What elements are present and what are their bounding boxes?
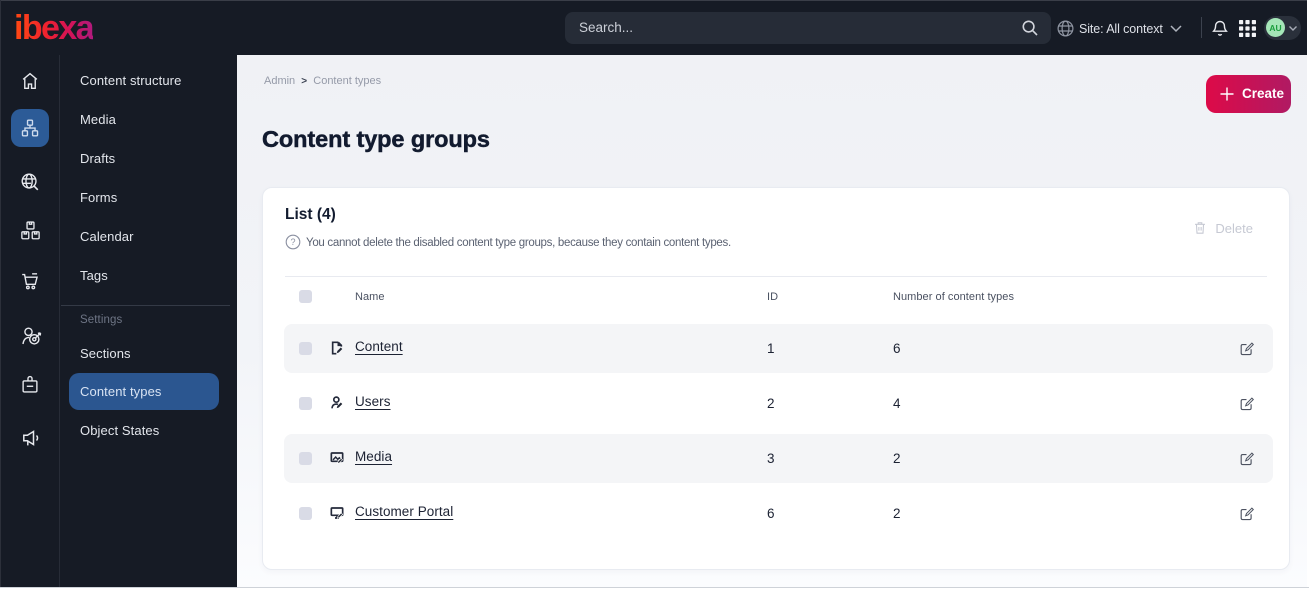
- svg-text:?: ?: [290, 237, 295, 247]
